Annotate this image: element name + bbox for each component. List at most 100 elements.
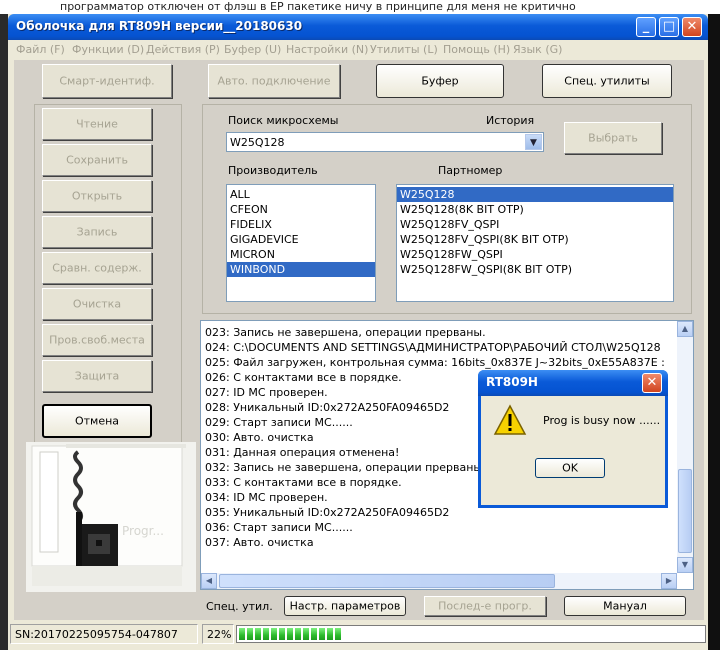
list-item[interactable]: FIDELIX	[227, 217, 375, 232]
write-button[interactable]: Запись	[42, 216, 152, 248]
log-line: 037: Авто. очистка	[205, 536, 314, 549]
list-item-selected[interactable]: WINBOND	[227, 262, 375, 277]
menu-actions[interactable]: Действия (P)	[146, 43, 220, 56]
status-bar: SN:20170225095754-047807 22%	[8, 622, 708, 650]
scroll-down-icon[interactable]: ▼	[677, 557, 693, 573]
menu-file[interactable]: Файл (F)	[16, 43, 65, 56]
ok-button[interactable]: OK	[535, 458, 605, 478]
manufacturer-label: Производитель	[228, 164, 318, 177]
menu-language[interactable]: Язык (G)	[513, 43, 562, 56]
window-title: Оболочка для RT809H версии__20180630	[16, 19, 303, 33]
list-item[interactable]: GIGADEVICE	[227, 232, 375, 247]
background-text: программатор отключен от флэш в ЕР пакет…	[0, 0, 720, 14]
last-program-button[interactable]: Послед-е прогр.	[424, 596, 546, 616]
percent-panel: 22%	[202, 624, 234, 644]
manual-button[interactable]: Мануал	[564, 596, 686, 616]
photo-caption: Progr...	[122, 524, 164, 538]
list-item[interactable]: W25Q128FW_QSPI	[397, 247, 673, 262]
list-item-selected[interactable]: W25Q128	[397, 187, 673, 202]
compare-button[interactable]: Сравн. содерж.	[42, 252, 152, 284]
progress-block	[279, 628, 285, 640]
select-button[interactable]: Выбрать	[564, 122, 662, 154]
progress-block	[295, 628, 301, 640]
search-label: Поиск микросхемы	[228, 114, 339, 127]
progress-block	[239, 628, 245, 640]
menu-utilities[interactable]: Утилиты (L)	[370, 43, 438, 56]
special-utilities-button[interactable]: Спец. утилиты	[542, 64, 672, 98]
open-button[interactable]: Открыть	[42, 180, 152, 212]
protect-button[interactable]: Защита	[42, 360, 152, 392]
dialog-title-bar[interactable]: RT809H ✕	[478, 370, 668, 396]
title-bar[interactable]: Оболочка для RT809H версии__20180630 _ □…	[8, 14, 708, 40]
blank-check-button[interactable]: Пров.своб.места	[42, 324, 152, 356]
cancel-button[interactable]: Отмена	[42, 404, 152, 438]
chevron-down-icon[interactable]: ▼	[525, 134, 542, 150]
read-button[interactable]: Чтение	[42, 108, 152, 140]
minimize-button[interactable]: _	[636, 17, 656, 37]
log-line: 036: Старт записи MC......	[205, 521, 353, 534]
list-item[interactable]: CFEON	[227, 202, 375, 217]
save-button[interactable]: Сохранить	[42, 144, 152, 176]
menu-help[interactable]: Помощь (H)	[443, 43, 510, 56]
auto-connect-button[interactable]: Авто. подключение	[208, 64, 340, 98]
partnumber-label: Партномер	[438, 164, 503, 177]
scroll-right-icon[interactable]: ▶	[661, 573, 677, 589]
progress-block	[303, 628, 309, 640]
scroll-up-icon[interactable]: ▲	[677, 321, 693, 337]
maximize-button[interactable]: □	[659, 17, 679, 37]
chip-search-input[interactable]: W25Q128 ▼	[226, 132, 544, 152]
dialog-close-button[interactable]: ✕	[642, 373, 662, 393]
background-left	[0, 14, 8, 650]
menu-functions[interactable]: Функции (D)	[72, 43, 144, 56]
warning-icon	[493, 404, 527, 435]
progress-block	[247, 628, 253, 640]
list-item[interactable]: W25Q128(8K BIT OTP)	[397, 202, 673, 217]
progress-bar	[236, 625, 706, 643]
scroll-left-icon[interactable]: ◀	[201, 573, 217, 589]
menu-bar: Файл (F) Функции (D) Действия (P) Буфер …	[8, 40, 708, 60]
dialog-message: Prog is busy now ......	[543, 414, 661, 427]
scroll-thumb[interactable]	[678, 469, 692, 553]
special-utils-label: Спец. утил.	[206, 600, 273, 613]
scroll-thumb[interactable]	[219, 574, 555, 588]
progress-block	[311, 628, 317, 640]
programmer-photo: Progr...	[26, 442, 196, 592]
progress-block	[287, 628, 293, 640]
progress-block	[263, 628, 269, 640]
dialog-title: RT809H	[486, 375, 538, 389]
settings-button[interactable]: Настр. параметров	[284, 596, 406, 616]
progress-block	[255, 628, 261, 640]
progress-block	[319, 628, 325, 640]
log-line: 024: C:\DOCUMENTS AND SETTINGS\АДМИНИСТР…	[205, 341, 661, 354]
list-item[interactable]: MICRON	[227, 247, 375, 262]
smart-id-button[interactable]: Смарт-идентиф.	[42, 64, 172, 98]
manufacturer-list[interactable]: ALL CFEON FIDELIX GIGADEVICE MICRON WINB…	[226, 184, 376, 302]
menu-settings[interactable]: Настройки (N)	[286, 43, 368, 56]
erase-button[interactable]: Очистка	[42, 288, 152, 320]
list-item[interactable]: W25Q128FW_QSPI(8K BIT OTP)	[397, 262, 673, 277]
serial-panel: SN:20170225095754-047807	[10, 624, 198, 644]
chip-search-value: W25Q128	[230, 136, 285, 149]
menu-buffer[interactable]: Буфер (U)	[224, 43, 281, 56]
list-item[interactable]: W25Q128FV_QSPI(8K BIT OTP)	[397, 232, 673, 247]
programmer-image	[26, 442, 196, 592]
log-line: 025: Файл загружен, контрольная сумма: 1…	[205, 356, 665, 369]
progress-percent: 22%	[207, 628, 232, 641]
log-line: 023: Запись не завершена, операции прерв…	[205, 326, 486, 339]
buffer-button[interactable]: Буфер	[376, 64, 504, 98]
main-window: Оболочка для RT809H версии__20180630 _ □…	[8, 14, 708, 650]
busy-dialog: RT809H ✕ Prog is busy now ...... OK	[478, 370, 668, 508]
progress-block	[327, 628, 333, 640]
list-item[interactable]: ALL	[227, 187, 375, 202]
content-area: Смарт-идентиф. Авто. подключение Буфер С…	[14, 60, 704, 620]
log-vertical-scrollbar[interactable]: ▲ ▼	[677, 321, 693, 573]
history-label: История	[486, 114, 535, 127]
close-button[interactable]: ✕	[682, 17, 702, 37]
partnumber-list[interactable]: W25Q128 W25Q128(8K BIT OTP) W25Q128FV_QS…	[396, 184, 674, 302]
progress-block	[335, 628, 341, 640]
log-horizontal-scrollbar[interactable]: ◀ ▶	[201, 573, 677, 589]
list-item[interactable]: W25Q128FV_QSPI	[397, 217, 673, 232]
serial-number: SN:20170225095754-047807	[15, 628, 178, 641]
progress-block	[271, 628, 277, 640]
background-right	[708, 14, 720, 650]
